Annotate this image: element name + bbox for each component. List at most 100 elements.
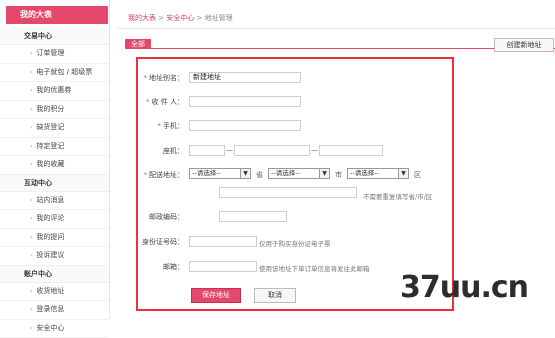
chevron-right-icon: › — [30, 50, 32, 57]
chevron-right-icon: › — [30, 124, 32, 131]
sidebar-item-label: 持定登记 — [36, 142, 64, 150]
sidebar-item-messages[interactable]: ›站内消息 — [0, 192, 109, 211]
sidebar-item-questions[interactable]: › 我的提问 — [0, 229, 109, 248]
required-mark: * — [158, 122, 162, 130]
sidebar-item-label: 订单管理 — [36, 49, 64, 57]
chevron-right-icon: › — [30, 143, 32, 150]
province-select[interactable]: --请选择-- ▼ — [189, 168, 251, 179]
sidebar-section-interaction: 互动中心 — [0, 175, 109, 192]
sidebar-item-label: 我的评论 — [36, 214, 64, 222]
phone-label: 座机： — [163, 146, 184, 156]
address-hint: 不需要重复填写省/市/区 — [363, 191, 432, 201]
address-label-text: 配送地址： — [149, 171, 184, 179]
city-select-value: --请选择-- — [271, 169, 300, 177]
district-unit: 区 — [414, 170, 421, 180]
breadcrumb-current: 地址管理 — [205, 14, 233, 22]
sidebar-item-label: 电子就包 / 超级票 — [36, 68, 92, 76]
zip-label: 邮政编码： — [149, 212, 184, 222]
phone-number-input[interactable] — [234, 145, 310, 156]
email-input[interactable] — [189, 261, 257, 272]
alias-input[interactable]: 新建地址 — [189, 72, 301, 83]
chevron-right-icon: › — [30, 69, 32, 76]
province-select-value: --请选择-- — [192, 169, 221, 177]
chevron-right-icon: › — [30, 288, 32, 295]
sidebar-item-label: 缺货登记 — [36, 123, 64, 131]
sidebar-item-orders[interactable]: › 订单管理 — [0, 45, 109, 64]
sidebar-item-label: 我的提问 — [36, 233, 64, 241]
chevron-right-icon: › — [30, 87, 32, 94]
city-unit: 市 — [335, 170, 342, 180]
sidebar-title[interactable]: 我的大表 — [6, 6, 108, 24]
district-select-value: --请选择-- — [350, 169, 379, 177]
breadcrumb-section[interactable]: 安全中心 — [166, 14, 194, 22]
breadcrumb-separator: > — [156, 14, 166, 22]
sidebar-item-stockout[interactable]: › 缺货登记 — [0, 119, 109, 138]
sidebar-item-favorites[interactable]: › 我的收藏 — [0, 156, 109, 175]
mobile-label-text: 手机： — [163, 122, 184, 130]
phone-separator: — — [311, 146, 318, 154]
chevron-right-icon: › — [30, 197, 32, 204]
receiver-input[interactable] — [189, 96, 301, 107]
mobile-input[interactable] — [189, 120, 301, 131]
receiver-label: *收 件 人： — [146, 97, 184, 107]
zip-input[interactable] — [219, 211, 287, 222]
chevron-right-icon: › — [30, 234, 32, 241]
receiver-label-text: 收 件 人： — [152, 98, 184, 106]
sidebar-item-label: 安全中心 — [36, 324, 64, 332]
sidebar-section-account: 账户中心 — [0, 266, 109, 283]
divider — [117, 28, 555, 29]
breadcrumb-separator: > — [194, 14, 204, 22]
sidebar-item-points[interactable]: › 我的积分 — [0, 101, 109, 120]
chevron-down-icon: ▼ — [240, 169, 250, 178]
mobile-label: *手机： — [158, 121, 185, 131]
sidebar-item-label: 我的积分 — [36, 105, 64, 113]
sidebar-item-label: 登录信息 — [36, 305, 64, 313]
sidebar-item-login-info[interactable]: › 登录信息 — [0, 301, 109, 320]
sidebar-item-reviews[interactable]: › 我的评论 — [0, 210, 109, 229]
breadcrumb: 我的大表 > 安全中心 > 地址管理 — [128, 13, 233, 23]
sidebar-item-addresses[interactable]: › 收货地址 — [0, 283, 109, 302]
street-address-input[interactable] — [219, 187, 357, 198]
id-hint: 仅用于购买身份证电子票 — [259, 238, 331, 248]
cancel-button[interactable]: 取消 — [254, 288, 296, 303]
city-select[interactable]: --请选择-- ▼ — [268, 168, 330, 179]
chevron-right-icon: › — [30, 106, 32, 113]
sidebar-item-security[interactable]: › 安全中心 — [0, 320, 109, 338]
chevron-right-icon: › — [30, 215, 32, 222]
sidebar-item-label: 我的收藏 — [36, 160, 64, 168]
email-hint: 使用该地址下单订单信息将发往此邮箱 — [259, 263, 370, 273]
phone-area-input[interactable] — [189, 145, 225, 156]
required-mark: * — [146, 98, 150, 106]
address-label: *配送地址： — [144, 170, 185, 180]
alias-label: *地址别名： — [144, 73, 185, 83]
sidebar: 我的大表 交易中心 › 订单管理 › 电子就包 / 超级票 › 我的优惠券 › 我的积分… — [0, 0, 110, 319]
chevron-down-icon: ▼ — [398, 169, 408, 178]
watermark-logo: 37uu.cn — [400, 270, 528, 305]
alias-label-text: 地址别名： — [149, 74, 184, 82]
id-label: 身份证号码： — [142, 237, 184, 247]
province-unit: 省 — [256, 170, 263, 180]
sidebar-section-trade: 交易中心 — [0, 28, 109, 45]
sidebar-item-reserve[interactable]: › 持定登记 — [0, 138, 109, 157]
district-select[interactable]: --请选择-- ▼ — [347, 168, 409, 179]
breadcrumb-home[interactable]: 我的大表 — [128, 14, 156, 22]
phone-separator: — — [226, 146, 233, 154]
sidebar-item-wallet[interactable]: › 电子就包 / 超级票 — [0, 64, 109, 83]
required-mark: * — [144, 74, 148, 82]
sidebar-item-complaints[interactable]: ›投诉建议 — [0, 247, 109, 266]
phone-ext-input[interactable] — [319, 145, 383, 156]
chevron-down-icon: ▼ — [319, 169, 329, 178]
save-address-button[interactable]: 保存地址 — [191, 288, 241, 303]
chevron-right-icon: › — [30, 325, 32, 332]
sidebar-item-label: 收货地址 — [36, 287, 64, 295]
sidebar-item-label: 投诉建议 — [36, 251, 64, 259]
divider — [125, 48, 555, 49]
chevron-right-icon: › — [30, 161, 32, 168]
sidebar-item-coupons[interactable]: › 我的优惠券 — [0, 82, 109, 101]
chevron-right-icon: › — [30, 306, 32, 313]
required-mark: * — [144, 171, 148, 179]
email-label: 邮箱： — [163, 262, 184, 272]
create-address-button[interactable]: 创建新地址 — [494, 38, 554, 52]
id-number-input[interactable] — [189, 236, 257, 247]
sidebar-item-label: 我的优惠券 — [36, 86, 71, 94]
